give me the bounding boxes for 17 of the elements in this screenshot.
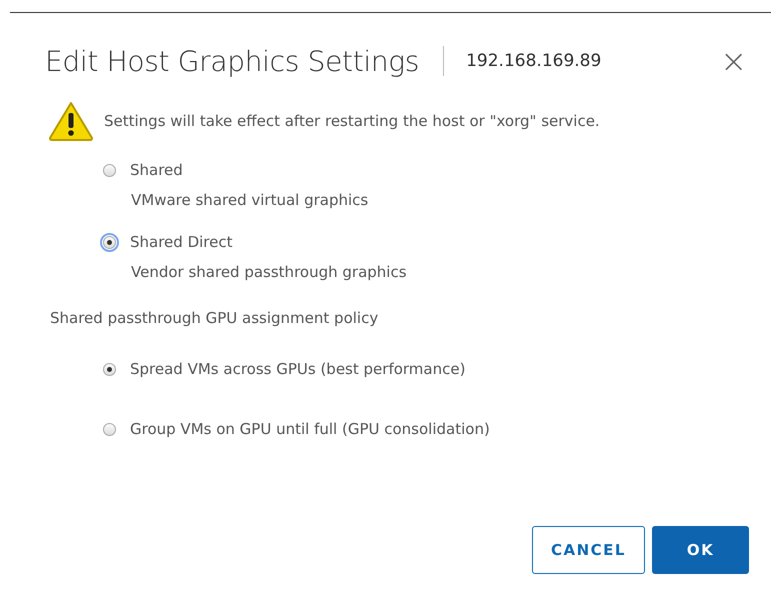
- dialog-title: Edit Host Graphics Settings: [45, 44, 420, 78]
- option-label: Group VMs on GPU until full (GPU consolidation): [130, 420, 490, 438]
- warning-message: Settings will take effect after restarting the host or "xorg" service.: [104, 112, 600, 130]
- option-label: Shared: [130, 161, 183, 179]
- host-address: 192.168.169.89: [466, 51, 602, 71]
- radio-button[interactable]: [103, 164, 116, 176]
- close-button[interactable]: ×: [716, 45, 751, 77]
- policy-label: Shared passthrough GPU assignment policy: [49, 308, 380, 327]
- cancel-button[interactable]: CANCEL: [532, 526, 645, 574]
- option-label: Shared Direct: [130, 233, 232, 251]
- warning-icon: [48, 101, 94, 141]
- option-description: Vendor shared passthrough graphics: [131, 263, 408, 281]
- option-description: VMware shared virtual graphics: [131, 191, 370, 209]
- radio-button[interactable]: [103, 362, 116, 376]
- option-label: Spread VMs across GPUs (best performance): [130, 360, 466, 378]
- radio-button[interactable]: [103, 422, 116, 436]
- ok-button[interactable]: OK: [652, 526, 749, 574]
